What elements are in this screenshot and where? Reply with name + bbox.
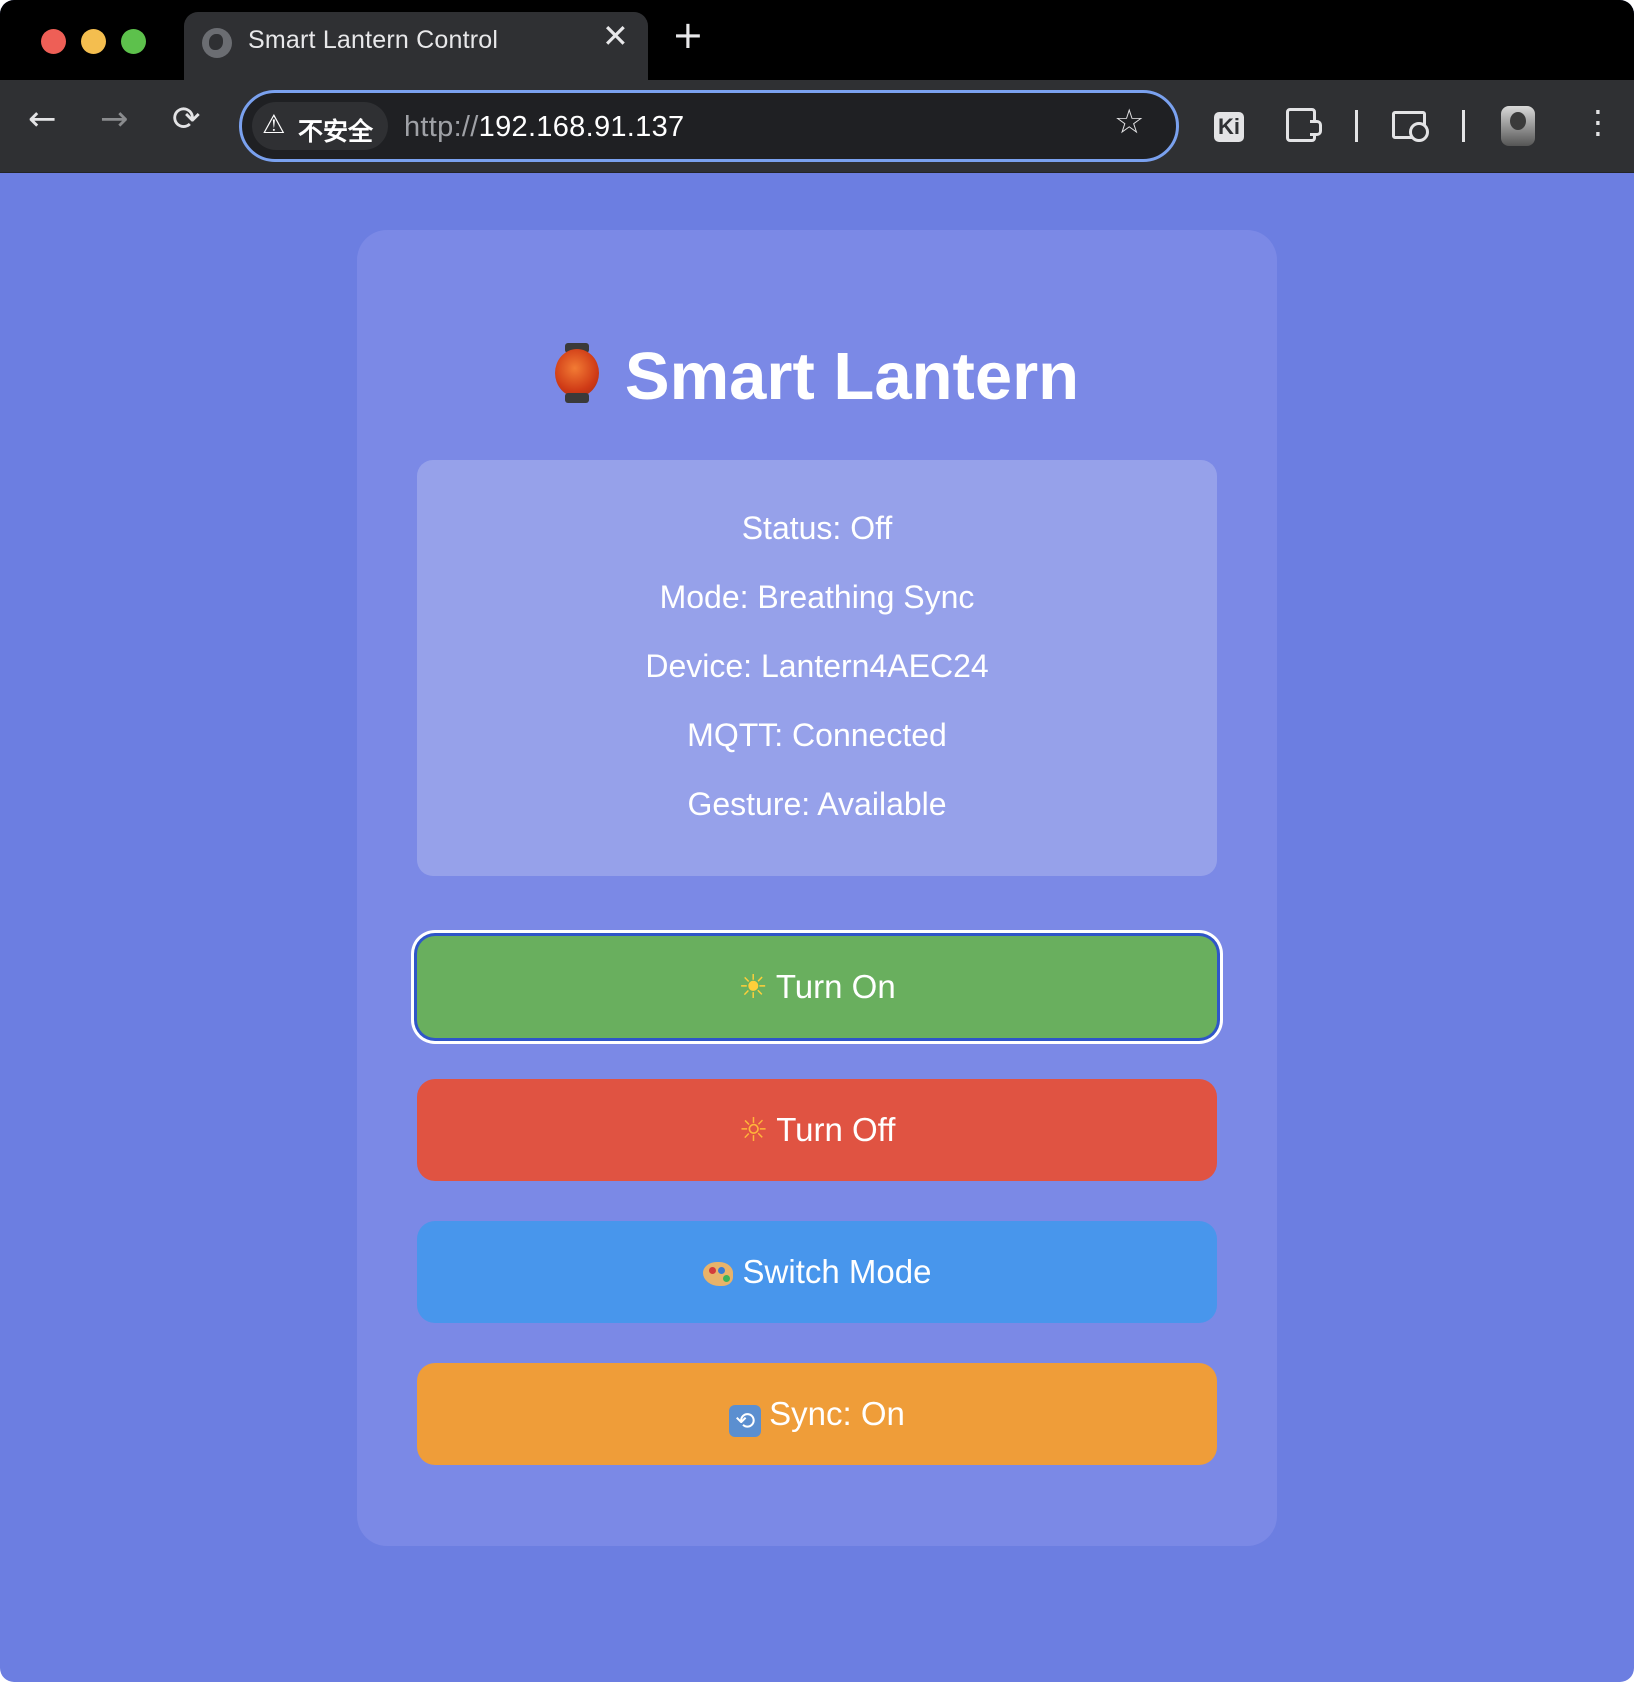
new-tab-button[interactable]: +: [672, 16, 704, 54]
tab-close-icon[interactable]: ✕: [602, 20, 629, 52]
sync-toggle-button[interactable]: ⟲ Sync: On: [417, 1363, 1217, 1465]
ki-extension-icon[interactable]: Ki: [1214, 112, 1244, 142]
mode-line: Mode: Breathing Sync: [659, 579, 975, 615]
page-title: Smart Lantern: [357, 338, 1277, 415]
sun-icon: ☀: [738, 967, 768, 1006]
tab-bar: Smart Lantern Control ✕ +: [0, 0, 1634, 80]
gesture-line: Gesture: Available: [687, 786, 947, 822]
close-window-button[interactable]: [41, 29, 66, 54]
maximize-window-button[interactable]: [121, 29, 146, 54]
tab-smart-lantern-control[interactable]: Smart Lantern Control ✕: [184, 12, 648, 80]
sync-label: Sync: On: [769, 1395, 905, 1432]
extensions-puzzle-icon[interactable]: [1286, 108, 1322, 142]
tab-title: Smart Lantern Control: [248, 26, 499, 54]
turn-off-label: Turn Off: [776, 1111, 896, 1148]
more-menu-icon[interactable]: ⋮: [1582, 106, 1614, 138]
device-line: Device: Lantern4AEC24: [645, 648, 989, 684]
switch-mode-button[interactable]: Switch Mode: [417, 1221, 1217, 1323]
reload-button[interactable]: ⟳: [172, 102, 201, 136]
control-card: Smart Lantern Status: Off Mode: Breathin…: [357, 230, 1277, 1546]
url-host: 192.168.91.137: [478, 111, 685, 143]
globe-icon: [202, 28, 232, 58]
turn-on-button[interactable]: ☀ Turn On: [417, 936, 1217, 1038]
minimize-window-button[interactable]: [81, 29, 106, 54]
url-scheme: http://: [404, 111, 479, 143]
security-label: 不安全: [298, 117, 374, 146]
browser-toolbar: ← → ⟳ ⚠ 不安全 http://192.168.91.137 ☆: [0, 80, 1634, 173]
palette-icon: [702, 1262, 733, 1286]
address-bar[interactable]: ⚠ 不安全 http://192.168.91.137 ☆: [239, 90, 1179, 162]
security-chip[interactable]: ⚠ 不安全: [252, 102, 388, 150]
lantern-icon: [554, 343, 599, 403]
page-title-text: Smart Lantern: [624, 339, 1080, 414]
search-tabs-icon[interactable]: [1392, 111, 1429, 142]
turn-off-button[interactable]: ☼ Turn Off: [417, 1079, 1217, 1181]
switch-mode-label: Switch Mode: [742, 1253, 932, 1290]
url-text[interactable]: http://192.168.91.137: [404, 111, 684, 144]
warning-icon: ⚠: [262, 110, 286, 140]
bookmark-star-icon[interactable]: ☆: [1114, 105, 1144, 139]
mqtt-line: MQTT: Connected: [687, 717, 947, 753]
dim-sun-icon: ☼: [738, 1110, 769, 1149]
sync-icon: ⟲: [729, 1405, 762, 1437]
back-button[interactable]: ←: [28, 102, 57, 136]
status-panel: Status: Off Mode: Breathing Sync Device:…: [417, 460, 1217, 876]
browser-window: Smart Lantern Control ✕ + ← → ⟳ ⚠ 不安全 ht…: [0, 0, 1634, 1682]
toolbar-divider: [1355, 110, 1358, 142]
toolbar-divider: [1462, 110, 1465, 142]
profile-avatar[interactable]: [1501, 106, 1535, 146]
turn-on-label: Turn On: [775, 968, 896, 1005]
forward-button[interactable]: →: [100, 102, 129, 136]
status-line: Status: Off: [741, 510, 893, 546]
